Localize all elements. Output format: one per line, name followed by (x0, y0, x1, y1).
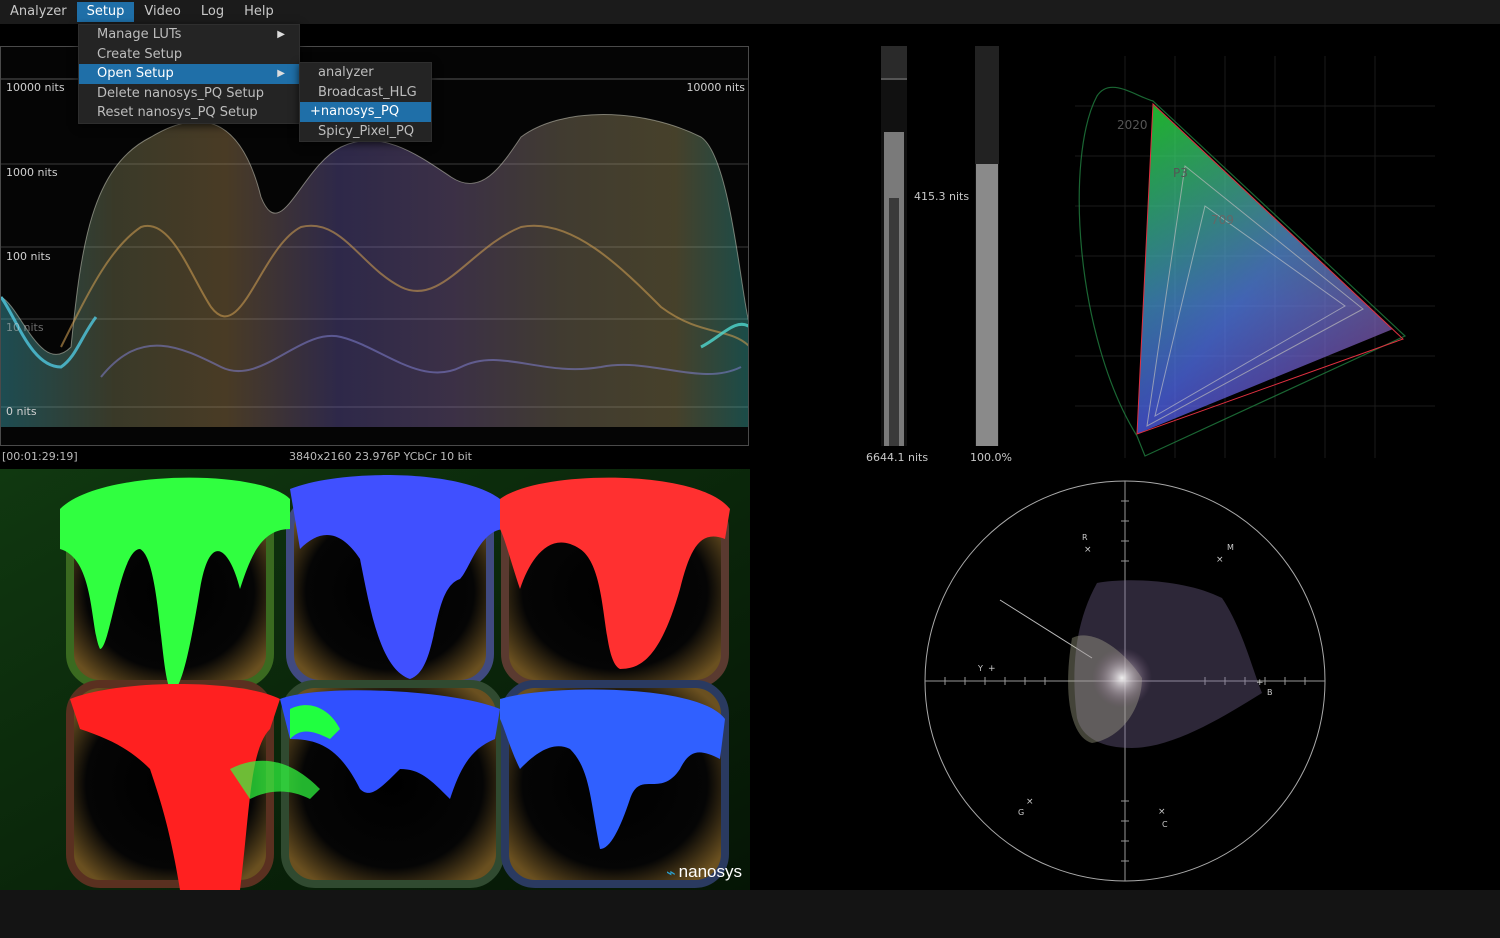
meter-percent: 100.0% (970, 451, 1012, 464)
wave-label-100: 100 nits (6, 250, 51, 263)
gamut-label-709: 709 (1211, 213, 1234, 227)
menu-item-label: Delete nanosys_PQ Setup (97, 85, 265, 101)
gamut-label-p3: P3 (1173, 166, 1188, 180)
percent-meter-top (975, 46, 999, 164)
percent-meter (975, 46, 999, 446)
target-marker-icon: + (988, 664, 996, 674)
logo-swoosh-icon: ⌁ (666, 862, 676, 882)
open-setup-submenu: analyzer Broadcast_HLG +nanosys_PQ Spicy… (299, 62, 432, 142)
submenu-arrow-icon: ▶ (277, 29, 285, 40)
nits-meter (881, 46, 907, 446)
menu-setup[interactable]: Setup (76, 2, 135, 22)
setup-dropdown: Manage LUTs ▶ Create Setup Open Setup ▶ … (78, 24, 300, 124)
target-marker-icon: × (1216, 555, 1224, 565)
menu-log[interactable]: Log (191, 2, 234, 22)
menu-item-create-setup[interactable]: Create Setup (79, 45, 299, 65)
target-marker-icon: × (1026, 797, 1034, 807)
meter-level-value: 415.3 nits (914, 190, 970, 203)
menu-item-reset-setup[interactable]: Reset nanosys_PQ Setup (79, 103, 299, 123)
menu-bar: Analyzer Setup Video Log Help (0, 0, 1500, 24)
gamut-chart: 2020 P3 709 (1075, 56, 1435, 458)
logo-text: nanosys (678, 862, 742, 881)
vectorscope-target-c: C (1162, 820, 1168, 829)
video-preview: ⌁ nanosys (0, 469, 750, 890)
format-info: 3840x2160 23.976P YCbCr 10 bit (289, 450, 472, 463)
menu-item-open-setup[interactable]: Open Setup ▶ (79, 64, 299, 84)
wave-label-10000-right: 10000 nits (686, 81, 745, 94)
menu-help[interactable]: Help (234, 2, 284, 22)
wave-label-10000: 10000 nits (6, 81, 65, 94)
wave-label-10: 10 nits (6, 321, 44, 334)
video-frame (0, 469, 750, 890)
target-marker-icon: × (1158, 807, 1166, 817)
vectorscope-target-g: G (1018, 808, 1024, 817)
menu-item-delete-setup[interactable]: Delete nanosys_PQ Setup (79, 84, 299, 104)
nits-meter-divider (881, 78, 907, 80)
nits-meter-top (881, 46, 907, 78)
menu-item-label: Manage LUTs (97, 27, 182, 42)
meter-max-nits: 6644.1 nits (866, 451, 929, 464)
menu-item-manage-luts[interactable]: Manage LUTs ▶ (79, 25, 299, 45)
wave-label-1000: 1000 nits (6, 166, 58, 179)
vectorscope-target-b: B (1267, 688, 1273, 697)
nanosys-logo: ⌁ nanosys (666, 862, 742, 882)
vectorscope-target-m: M (1227, 543, 1234, 552)
target-marker-icon: × (1084, 545, 1092, 555)
menu-video[interactable]: Video (134, 2, 190, 22)
submenu-item-nanosys-pq[interactable]: +nanosys_PQ (300, 102, 431, 122)
vectorscope-target-y: Y (977, 664, 983, 673)
timecode: [00:01:29:19] (2, 450, 78, 463)
menu-item-label: Create Setup (97, 46, 183, 62)
submenu-item-spicy-pixel-pq[interactable]: Spicy_Pixel_PQ (300, 122, 431, 142)
submenu-arrow-icon: ▶ (277, 68, 285, 79)
menu-item-label: Open Setup (97, 66, 174, 81)
menu-analyzer[interactable]: Analyzer (0, 2, 77, 22)
bottom-bar (0, 890, 1500, 938)
submenu-item-broadcast-hlg[interactable]: Broadcast_HLG (300, 83, 431, 103)
target-marker-icon: + (1256, 678, 1264, 688)
nits-meter-peak (889, 198, 899, 446)
submenu-item-analyzer[interactable]: analyzer (300, 63, 431, 83)
gamut-label-2020: 2020 (1117, 118, 1148, 132)
vectorscope-target-r: R (1082, 533, 1088, 542)
vectorscope: R M Y B G C × × + + × × (924, 480, 1326, 882)
menu-item-label: Reset nanosys_PQ Setup (97, 105, 258, 120)
percent-meter-fill (976, 164, 998, 446)
wave-label-0: 0 nits (6, 405, 37, 418)
